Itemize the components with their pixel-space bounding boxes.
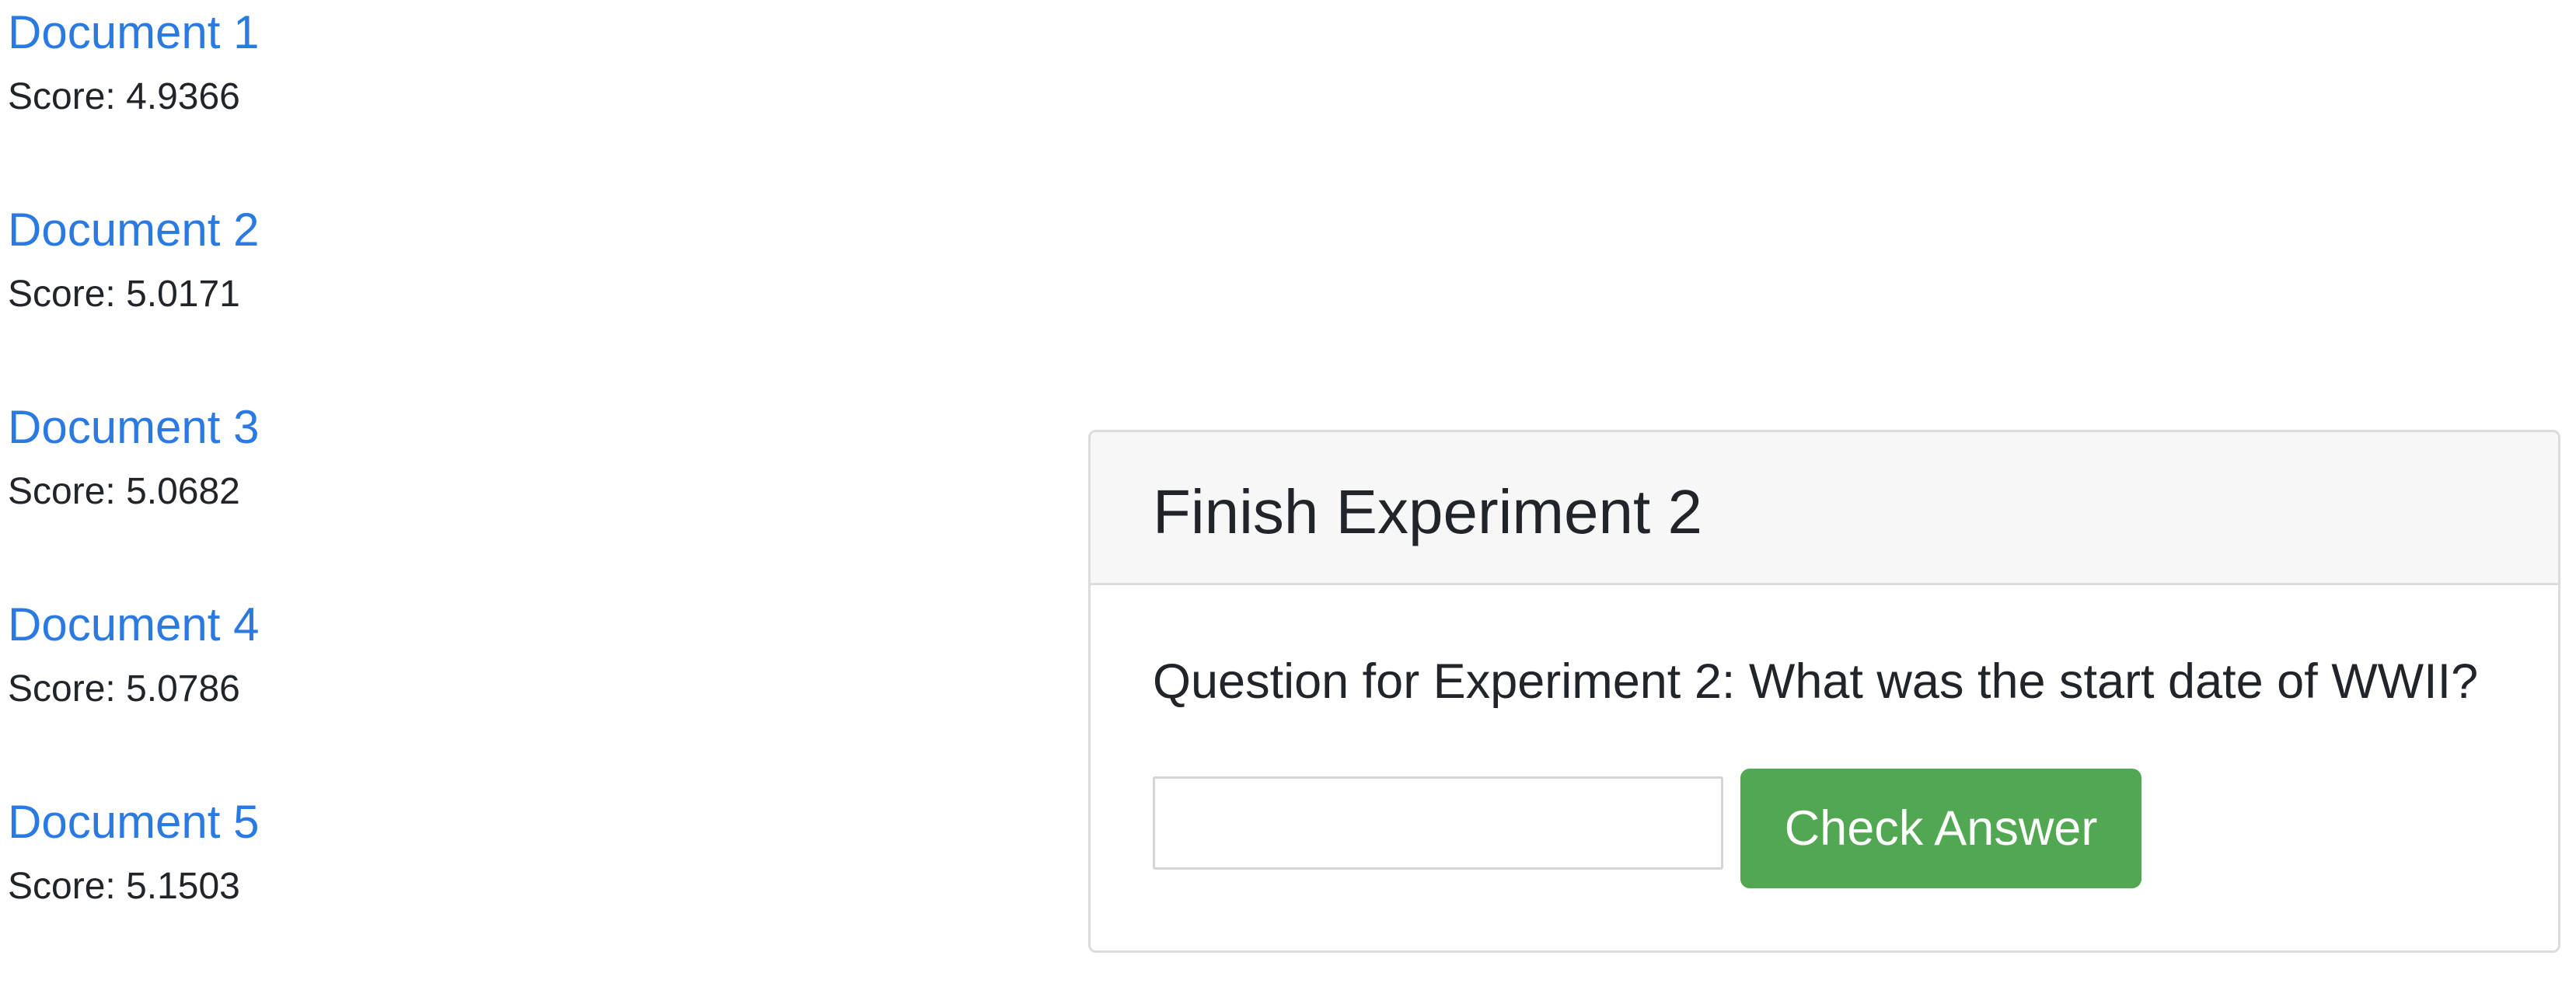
document-score: Score: 5.0786 xyxy=(8,668,240,710)
document-link-4[interactable]: Document 4 xyxy=(8,594,260,656)
document-score: Score: 5.0171 xyxy=(8,274,240,315)
document-link-1[interactable]: Document 1 xyxy=(8,2,260,64)
card-body: Question for Experiment 2: What was the … xyxy=(1091,585,2558,950)
document-score: Score: 5.1503 xyxy=(8,866,240,907)
list-item: Document 2 Score: 5.0171 xyxy=(8,197,941,395)
list-item: Document 1 Score: 4.9366 xyxy=(8,0,941,197)
document-link-3[interactable]: Document 3 xyxy=(8,396,260,459)
document-link-2[interactable]: Document 2 xyxy=(8,199,260,261)
document-score: Score: 5.0682 xyxy=(8,471,240,512)
document-score: Score: 4.9366 xyxy=(8,76,240,117)
document-list: Document 1 Score: 4.9366 Document 2 Scor… xyxy=(8,0,941,987)
card-title: Finish Experiment 2 xyxy=(1153,477,1702,546)
experiment-card: Finish Experiment 2 Question for Experim… xyxy=(1088,430,2560,953)
answer-input[interactable] xyxy=(1153,776,1723,870)
document-link-5[interactable]: Document 5 xyxy=(8,791,260,853)
list-item: Document 5 Score: 5.1503 xyxy=(8,790,941,987)
question-text: Question for Experiment 2: What was the … xyxy=(1153,654,2479,709)
card-header: Finish Experiment 2 xyxy=(1091,432,2558,585)
check-answer-button[interactable]: Check Answer xyxy=(1740,769,2141,888)
list-item: Document 3 Score: 5.0682 xyxy=(8,395,941,592)
list-item: Document 4 Score: 5.0786 xyxy=(8,592,941,790)
